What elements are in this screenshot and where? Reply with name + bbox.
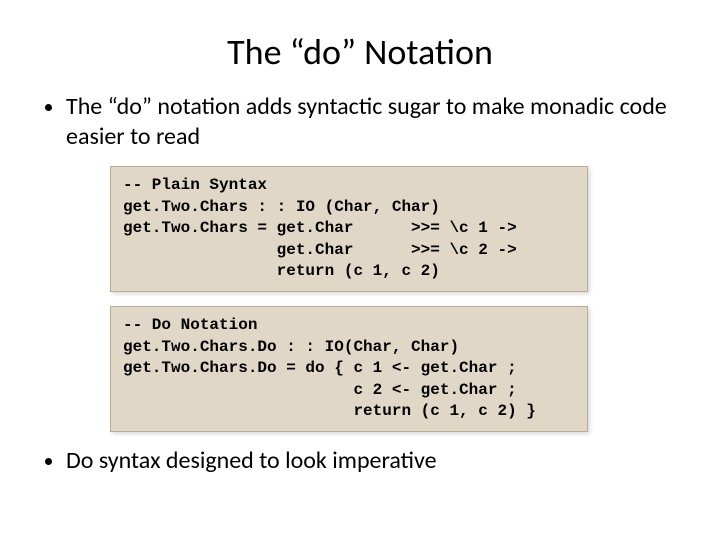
slide-title: The “do” Notation — [40, 30, 680, 74]
bullet-list-bottom: Do syntax designed to look imperative — [40, 446, 680, 476]
bullet-list-top: The “do” notation adds syntactic sugar t… — [40, 92, 680, 152]
slide: The “do” Notation The “do” notation adds… — [0, 0, 720, 540]
bullet-item-conclusion: Do syntax designed to look imperative — [66, 446, 680, 476]
code-block-do-notation: -- Do Notation get.Two.Chars.Do : : IO(C… — [110, 306, 588, 432]
code-block-plain-syntax: -- Plain Syntax get.Two.Chars : : IO (Ch… — [110, 166, 588, 292]
bullet-item-intro: The “do” notation adds syntactic sugar t… — [66, 92, 680, 152]
